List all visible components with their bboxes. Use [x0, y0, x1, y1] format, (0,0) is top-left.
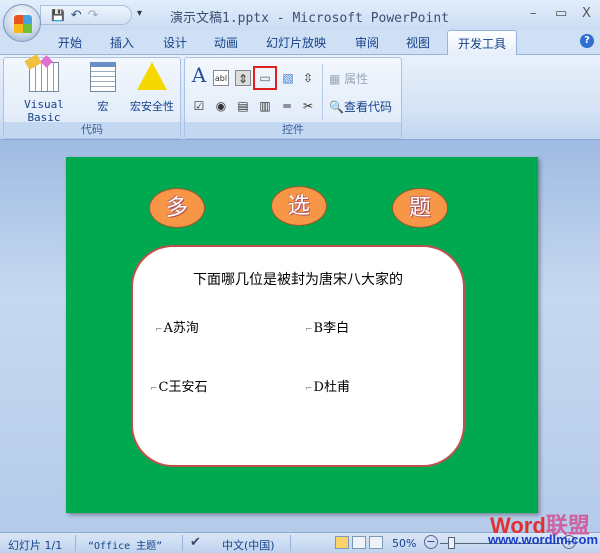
visual-basic-icon [24, 54, 59, 92]
language[interactable]: 中文(中国) [222, 537, 275, 553]
scrollbar-control-icon[interactable]: ⇳ [300, 70, 316, 86]
macros-button[interactable]: 宏 [88, 62, 118, 114]
office-button[interactable] [3, 4, 41, 42]
tab-view[interactable]: 视图 [406, 34, 430, 51]
window-title: 演示文稿1.pptx - Microsoft PowerPoint [170, 11, 449, 26]
option-checkbox-d[interactable]: ⌐D杜甫 [305, 376, 350, 395]
checkbox-control-icon[interactable]: ☑ [191, 98, 207, 114]
label-control-icon[interactable]: A [191, 65, 207, 85]
normal-view-button[interactable] [335, 536, 349, 549]
redo-icon[interactable]: ↷ [88, 8, 99, 23]
option-checkbox-a[interactable]: ⌐A苏洵 [155, 317, 199, 336]
question-card: 下面哪几位是被封为唐宋八大家的 ⌐A苏洵 ⌐B李白 ⌐C王安石 ⌐D杜甫 [131, 245, 465, 467]
slide-counter: 幻灯片 1/1 [8, 539, 63, 552]
slide[interactable]: 多 选 题 下面哪几位是被封为唐宋八大家的 ⌐A苏洵 ⌐B李白 ⌐C王安石 ⌐D… [66, 157, 538, 513]
code-group: Visual Basic 宏 宏安全性 代码 [3, 54, 181, 139]
tab-animation[interactable]: 动画 [214, 34, 238, 51]
zoom-level[interactable]: 50% [392, 537, 416, 550]
separator [75, 535, 76, 551]
option-checkbox-b[interactable]: ⌐B李白 [305, 317, 349, 336]
help-icon[interactable]: ? [580, 34, 594, 48]
office-logo-icon [14, 15, 32, 33]
image-control-icon[interactable]: ▧ [280, 70, 296, 86]
macros-icon [90, 62, 116, 92]
slideshow-button[interactable] [369, 536, 383, 549]
spin-button-icon[interactable]: ⇕ [235, 70, 251, 86]
separator [290, 535, 291, 551]
tab-review[interactable]: 审阅 [355, 34, 379, 51]
maximize-button[interactable]: ▭ [555, 6, 567, 21]
controls-group: A abl ⇕ ▭ ▧ ⇳ ☑ ◉ ▤ ▥ ═ ✂ ▦ 属性 🔍查看代码 控件 [184, 57, 402, 139]
code-group-label: 代码 [4, 122, 180, 138]
ribbon: Visual Basic 宏 宏安全性 代码 A abl ⇕ ▭ ▧ ⇳ ☑ ◉… [0, 54, 600, 140]
slide-sorter-button[interactable] [352, 536, 366, 549]
zoom-out-button[interactable]: − [424, 535, 438, 549]
more-controls-icon[interactable]: ✂ [300, 98, 316, 114]
listbox-control-icon[interactable]: ▥ [257, 98, 273, 114]
save-icon[interactable]: 💾 [51, 9, 65, 22]
customize-qat-button[interactable]: ▾ [137, 8, 142, 19]
oval-shape[interactable]: 多 [149, 188, 205, 228]
view-code-icon: 🔍 [329, 100, 344, 114]
oval-shape[interactable]: 题 [392, 188, 448, 228]
tab-insert[interactable]: 插入 [110, 34, 134, 51]
close-button[interactable]: X [582, 6, 591, 21]
properties-icon: ▦ [329, 72, 341, 86]
toggle-button-icon[interactable]: ═ [279, 98, 295, 114]
watermark-url: www.wordlm.com [488, 532, 599, 547]
textbox-control-icon[interactable]: abl [213, 70, 229, 86]
tab-slideshow[interactable]: 幻灯片放映 [266, 34, 326, 51]
option-button-icon[interactable]: ◉ [213, 98, 229, 114]
properties-button[interactable]: ▦ 属性 [329, 70, 368, 87]
question-text: 下面哪几位是被封为唐宋八大家的 [193, 272, 403, 288]
separator [182, 535, 183, 551]
tab-developer[interactable]: 开发工具 [447, 30, 517, 55]
macro-security-button[interactable]: 宏安全性 [124, 62, 180, 114]
spellcheck-icon[interactable]: ✔ [190, 535, 201, 550]
theme-name: “Office 主题” [88, 541, 163, 552]
undo-icon[interactable]: ↶ [71, 8, 82, 23]
separator [322, 64, 323, 120]
tab-design[interactable]: 设计 [163, 34, 187, 51]
controls-group-label: 控件 [185, 122, 401, 138]
visual-basic-button[interactable]: Visual Basic [8, 54, 80, 124]
command-button-icon[interactable]: ▭ [253, 66, 277, 90]
warning-icon [137, 62, 167, 90]
minimize-button[interactable]: – [530, 6, 537, 21]
view-code-button[interactable]: 🔍查看代码 [329, 98, 392, 115]
combobox-control-icon[interactable]: ▤ [235, 98, 251, 114]
zoom-slider-thumb[interactable] [448, 537, 455, 549]
oval-shape[interactable]: 选 [271, 186, 327, 226]
tab-home[interactable]: 开始 [58, 34, 82, 51]
quick-access-toolbar: 💾 ↶ ↷ [40, 5, 132, 25]
option-checkbox-c[interactable]: ⌐C王安石 [150, 376, 208, 395]
